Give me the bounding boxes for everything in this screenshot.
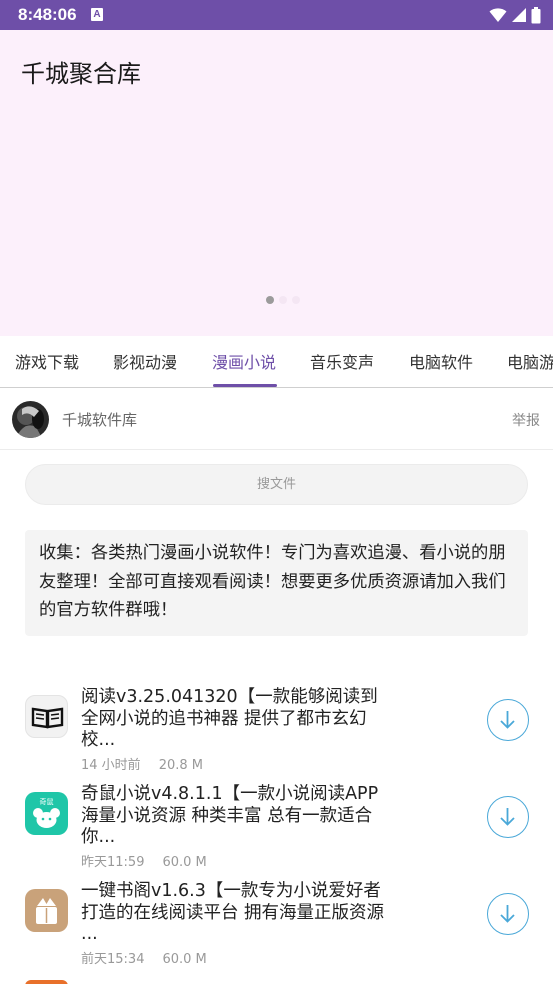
tab-pc-games[interactable]: 电脑游 [507, 349, 553, 373]
avatar[interactable] [12, 401, 49, 438]
carousel-indicator [266, 296, 300, 304]
file-size: 60.0 M [162, 952, 207, 967]
book-icon [25, 695, 68, 738]
notification-icon: A [91, 8, 103, 21]
file-meta: 昨天11:59 60.0 M [81, 851, 207, 870]
collection-description: 收集：各类热门漫画小说软件！专门为喜欢追漫、看小说的朋友整理！全部可直接观看阅读… [25, 530, 528, 636]
file-time: 前天15:34 [81, 952, 145, 967]
carousel-dot [292, 296, 300, 304]
download-icon [500, 711, 515, 729]
tab-comics-novels[interactable]: 漫画小说 [212, 349, 276, 373]
file-meta: 14 小时前 20.8 M [81, 754, 203, 773]
file-size: 20.8 M [158, 758, 203, 773]
next-item-icon-peek [25, 980, 68, 984]
list-item[interactable]: 奇鼠 奇鼠小说v4.8.1.1【一款小说阅读APP 海量小说资源 种类丰富 总有… [0, 784, 553, 880]
download-icon [500, 808, 515, 826]
banner-carousel[interactable]: 千城聚合库 [0, 30, 553, 336]
active-tab-indicator [213, 384, 277, 387]
search-input[interactable]: 搜文件 [25, 464, 528, 505]
status-time: 8:48:06 [18, 5, 77, 24]
file-size: 60.0 M [162, 855, 207, 870]
svg-text:奇鼠: 奇鼠 [40, 797, 54, 806]
tab-music-voice[interactable]: 音乐变声 [310, 349, 374, 373]
reader-icon [25, 889, 68, 932]
tab-video-anime[interactable]: 影视动漫 [113, 349, 177, 373]
list-item[interactable]: 阅读v3.25.041320【一款能够阅读到全网小说的追书神器 提供了都市玄幻 … [0, 687, 553, 783]
category-tabs: 游戏下载 影视动漫 漫画小说 音乐变声 电脑软件 电脑游 [0, 336, 553, 388]
report-button[interactable]: 举报 [512, 410, 540, 430]
battery-icon [531, 6, 541, 23]
status-icons [489, 6, 541, 24]
signal-icon [512, 8, 526, 22]
file-title[interactable]: 奇鼠小说v4.8.1.1【一款小说阅读APP 海量小说资源 种类丰富 总有一款适… [81, 784, 389, 849]
tab-games[interactable]: 游戏下载 [15, 349, 79, 373]
wifi-icon [489, 8, 507, 22]
list-item[interactable]: 一键书阁v1.6.3【一款专为小说爱好者打造的在线阅读平台 拥有海量正版资源 .… [0, 881, 553, 977]
mouse-icon: 奇鼠 [25, 792, 68, 835]
carousel-dot [266, 296, 274, 304]
tab-pc-software[interactable]: 电脑软件 [409, 349, 473, 373]
owner-name[interactable]: 千城软件库 [62, 409, 137, 430]
status-bar: 8:48:06 A [0, 0, 553, 30]
carousel-dot [279, 296, 287, 304]
download-button[interactable] [487, 796, 529, 838]
file-time: 14 小时前 [81, 758, 141, 773]
file-title[interactable]: 一键书阁v1.6.3【一款专为小说爱好者打造的在线阅读平台 拥有海量正版资源 .… [81, 881, 389, 946]
download-button[interactable] [487, 893, 529, 935]
file-meta: 前天15:34 60.0 M [81, 948, 207, 967]
app-title: 千城聚合库 [21, 60, 141, 88]
download-icon [500, 905, 515, 923]
owner-row: 千城软件库 举报 [0, 389, 553, 450]
download-button[interactable] [487, 699, 529, 741]
file-time: 昨天11:59 [81, 855, 145, 870]
file-title[interactable]: 阅读v3.25.041320【一款能够阅读到全网小说的追书神器 提供了都市玄幻 … [81, 687, 389, 752]
